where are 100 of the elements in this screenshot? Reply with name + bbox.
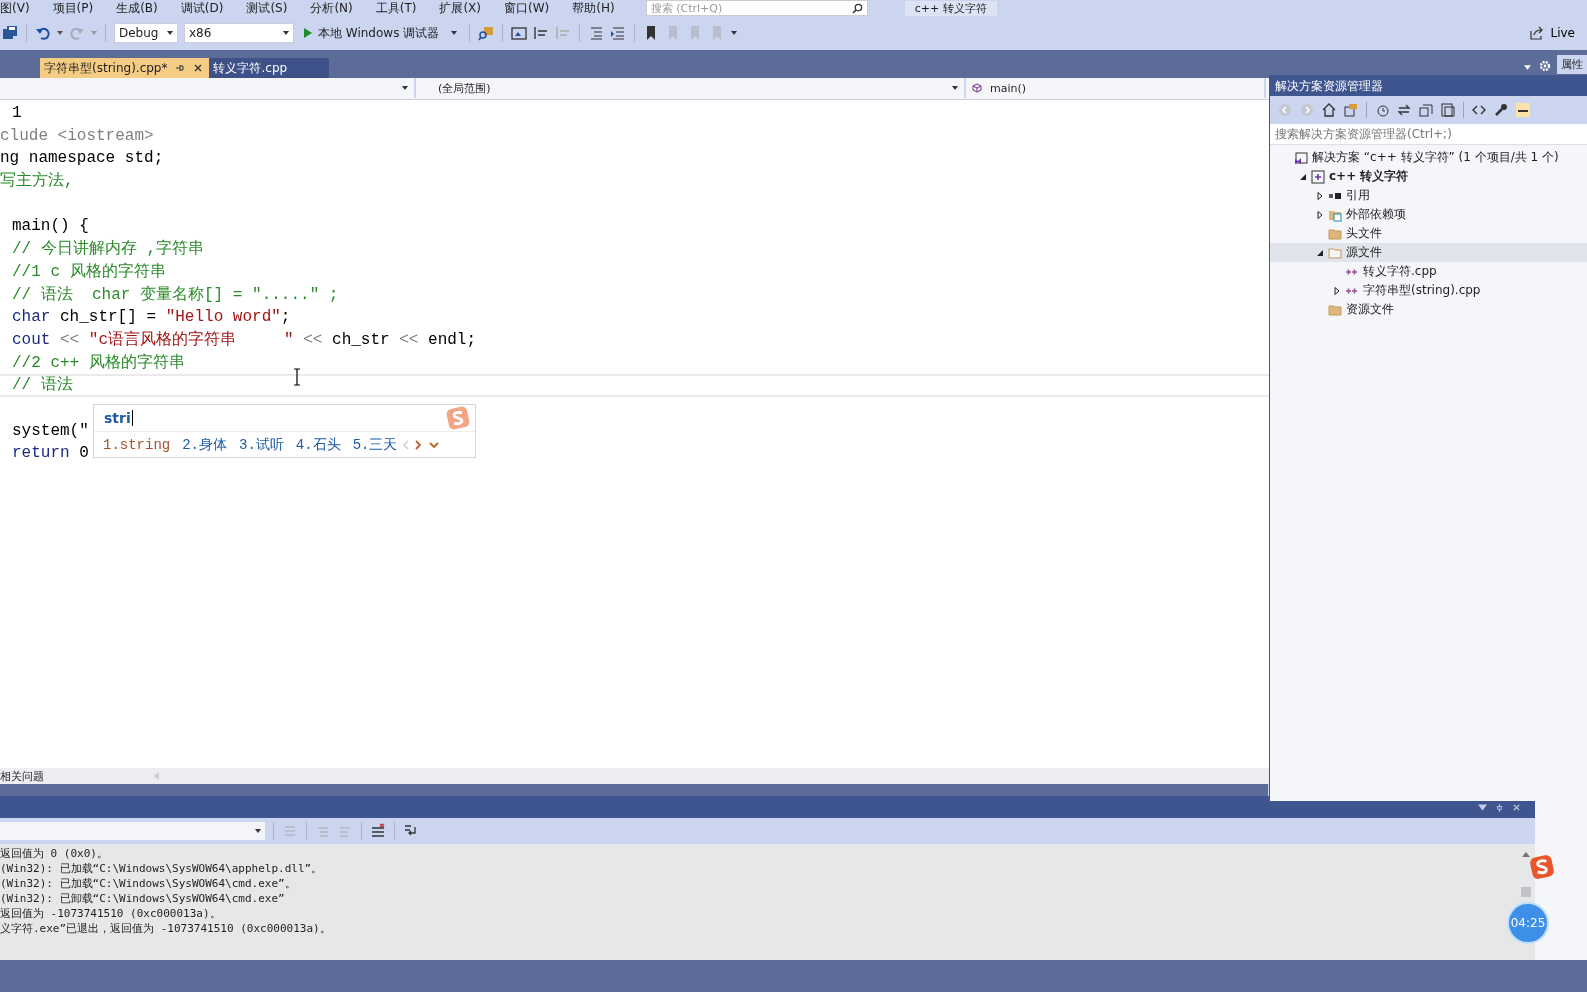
screenshot-icon[interactable] — [511, 25, 528, 41]
sync-icon[interactable] — [1397, 103, 1411, 117]
menu-item[interactable]: 窗口(W) — [504, 1, 550, 15]
properties-tab[interactable]: 属性 — [1557, 55, 1587, 74]
cube-icon — [972, 83, 982, 93]
collapsed-arrow-icon[interactable] — [1316, 191, 1324, 200]
code-line: // 语法 char 变量名称[] = "....." ; — [12, 285, 339, 304]
tree-item[interactable]: c++ 转义字符 — [1270, 167, 1587, 186]
close-icon[interactable] — [193, 63, 204, 73]
dropdown-arrow-icon[interactable] — [952, 86, 958, 90]
play-icon — [304, 28, 312, 38]
switch-views-icon[interactable] — [1344, 103, 1358, 117]
ime-candidate[interactable]: 5.三天 — [352, 436, 398, 454]
outdent-icon[interactable] — [610, 25, 627, 41]
ime-candidate[interactable]: 1.string — [103, 437, 171, 453]
dropdown-arrow-icon[interactable] — [731, 31, 738, 35]
ime-candidate[interactable]: 3.试听 — [239, 436, 284, 454]
menu-item[interactable]: 调试(D) — [180, 1, 224, 15]
code-line: ng namespace std; — [0, 149, 164, 168]
ime-candidate[interactable]: 2.身体 — [182, 436, 228, 454]
document-tab[interactable]: 转义字符.cpp — [209, 58, 330, 78]
tree-item[interactable]: 转义字符.cpp — [1270, 262, 1587, 281]
recording-timer-overlay: 04:25 — [1507, 902, 1549, 944]
code-line: main() { — [12, 217, 89, 236]
expanded-arrow-icon[interactable] — [1299, 172, 1307, 181]
dropdown-arrow-icon[interactable] — [255, 829, 261, 833]
ime-logo-icon — [445, 405, 471, 431]
code-line: clude <iostream> — [0, 126, 154, 145]
folder-icon — [1328, 302, 1342, 317]
error-list-tab[interactable]: 相关问题 — [0, 768, 44, 784]
clear-all-icon[interactable] — [370, 823, 386, 839]
dropdown-arrow-icon[interactable] — [402, 86, 408, 90]
tree-item[interactable]: 源文件 — [1270, 243, 1587, 262]
tree-item[interactable]: 外部依赖项 — [1270, 205, 1587, 224]
platform-dropdown[interactable]: x86 — [184, 23, 294, 43]
menu-item[interactable]: 工具(T) — [375, 1, 417, 15]
scope-dropdown[interactable]: (全局范围) — [416, 78, 966, 98]
align-icon[interactable] — [533, 25, 550, 41]
document-tab[interactable]: 字符串型(string).cpp* — [40, 58, 210, 78]
menu-item[interactable]: 项目(P) — [52, 1, 94, 15]
search-icon[interactable] — [851, 2, 863, 14]
panel-title: 解决方案资源管理器 — [1270, 76, 1587, 96]
project-icon — [1311, 169, 1325, 184]
code-line: //2 c++ 风格的字符串 — [12, 353, 185, 372]
home-icon[interactable] — [1322, 103, 1336, 117]
code-line: cout << "c语言风格的字符串 " << ch_str << endl; — [12, 330, 477, 349]
search-field[interactable]: 搜索解决方案资源管理器(Ctrl+;) — [1270, 124, 1587, 145]
code-icon[interactable] — [1472, 103, 1486, 117]
pin-icon[interactable] — [1495, 802, 1504, 812]
dropdown-arrow-icon[interactable] — [167, 31, 173, 35]
show-all-files-icon[interactable] — [1441, 103, 1455, 117]
collapse-all-icon[interactable] — [1419, 103, 1433, 117]
menu-item[interactable]: 测试(S) — [246, 1, 288, 15]
expanded-arrow-icon[interactable] — [1316, 248, 1324, 257]
undo-icon[interactable] — [35, 25, 51, 41]
collapsed-arrow-icon[interactable] — [1333, 286, 1341, 295]
code-line: system(" — [12, 421, 89, 440]
folder-icon — [1328, 226, 1342, 241]
settings-icon[interactable] — [1539, 60, 1551, 72]
dropdown-arrow-icon[interactable] — [283, 31, 289, 35]
history-icon[interactable] — [1375, 103, 1389, 117]
preview-icon[interactable] — [1516, 103, 1530, 117]
code-line: return 0 — [12, 444, 89, 463]
code-line: char ch_str[] = "Hello word"; — [12, 308, 291, 327]
output-log: 返回值为 0 (0x0)。 (Win32): 已加载“C:\Windows\SysWOW64\apphelp.dll”。 (Win32): 已加载“C:\Windows\SysWOW64\cmd.exe”。 (Win32): 已卸载“C:\Windows\SysWOW64\cmd.exe” 返回值为 -1073741510 (0xc000013a)。 义字符.exe”已退出，返回值为 -1073741510 (0xc000013a)。 — [0, 846, 331, 936]
scroll-up-icon[interactable] — [1522, 852, 1530, 857]
wrench-icon[interactable] — [1494, 103, 1508, 117]
folder-icon — [1328, 245, 1342, 260]
code-line: // 语法 — [12, 376, 73, 395]
indent-icon[interactable] — [588, 25, 605, 41]
find-icon[interactable] — [478, 25, 495, 41]
solution-icon — [1294, 150, 1308, 165]
save-all-icon[interactable] — [2, 25, 18, 41]
expand-icon[interactable] — [429, 442, 440, 448]
ime-input-text: stri — [104, 410, 133, 426]
next-page-icon[interactable] — [415, 440, 422, 450]
menu-item[interactable]: 帮助(H) — [572, 1, 615, 15]
tree-item[interactable]: 资源文件 — [1270, 300, 1587, 319]
menu-item[interactable]: 扩展(X) — [439, 1, 482, 15]
run-debugger-button[interactable]: 本地 Windows 调试器 — [300, 22, 462, 44]
tree-item[interactable]: 字符串型(string).cpp — [1270, 281, 1587, 300]
menu-item[interactable]: 生成(B) — [116, 1, 158, 15]
collapsed-arrow-icon[interactable] — [1316, 210, 1324, 219]
live-share-button[interactable]: Live — [1524, 25, 1581, 41]
pin-icon[interactable] — [175, 63, 186, 73]
menu-item[interactable]: 图(V) — [0, 1, 30, 15]
solution-title: c++ 转义字符 — [904, 0, 997, 16]
share-icon — [1530, 26, 1545, 40]
code-line: 1 — [12, 104, 22, 122]
member-dropdown[interactable]: main() — [966, 78, 1266, 98]
menu-item[interactable]: 分析(N) — [310, 1, 353, 15]
scrollbar-thumb[interactable] — [1521, 887, 1531, 897]
ime-candidate[interactable]: 4.石头 — [295, 436, 341, 454]
configuration-dropdown[interactable]: Debug — [114, 23, 178, 43]
tree-item[interactable]: 解决方案 “c++ 转义字符” (1 个项目/共 1 个) — [1270, 148, 1587, 167]
tree-item[interactable]: 引用 — [1270, 186, 1587, 205]
dropdown-arrow-icon — [451, 31, 458, 35]
code-line: //1 c 风格的字符串 — [12, 262, 166, 281]
code-line: 写主方法, — [0, 172, 74, 191]
tree-item[interactable]: 头文件 — [1270, 224, 1587, 243]
